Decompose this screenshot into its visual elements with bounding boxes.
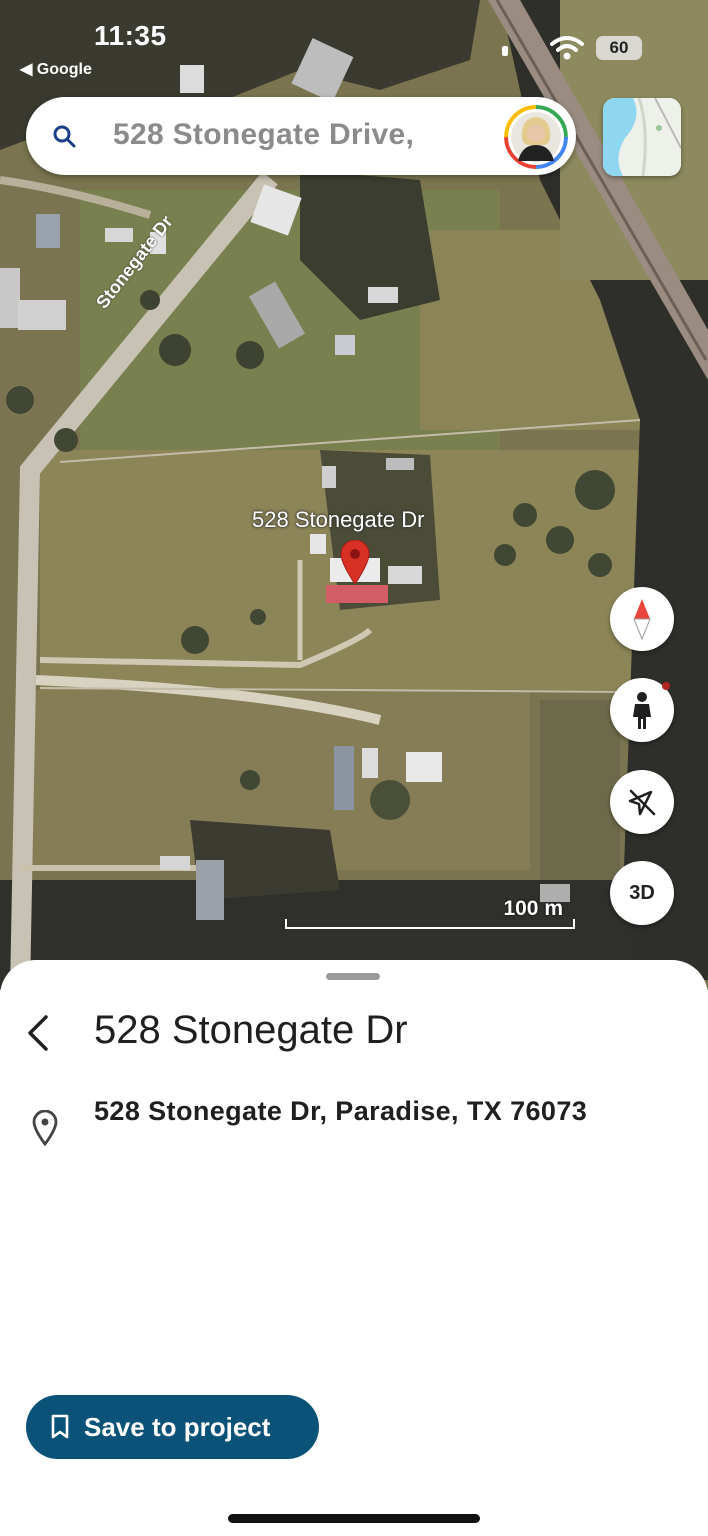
account-avatar[interactable] <box>504 105 568 169</box>
status-time: 11:35 <box>94 20 167 51</box>
compass-icon <box>633 599 651 641</box>
three-d-toggle-button[interactable]: 3D <box>610 861 674 925</box>
home-indicator[interactable] <box>228 1514 480 1523</box>
wifi-icon <box>550 36 584 60</box>
bookmark-icon <box>51 1414 69 1439</box>
scale-line <box>285 919 575 929</box>
location-button[interactable] <box>610 770 674 834</box>
compass-button[interactable] <box>610 587 674 651</box>
location-pin-icon <box>32 1110 58 1146</box>
scale-label: 100 m <box>503 897 563 920</box>
map-layers-button[interactable] <box>603 98 681 176</box>
search-icon[interactable] <box>52 124 78 150</box>
signal-icon <box>502 46 508 56</box>
map-scale-bar: 100 m <box>285 897 575 933</box>
location-off-icon <box>628 789 656 816</box>
save-to-project-label: Save to project <box>84 1411 271 1442</box>
battery-indicator: 60 <box>596 36 642 60</box>
notification-dot <box>662 682 670 690</box>
location-pin-marker[interactable] <box>340 540 370 584</box>
map-layers-icon <box>603 98 681 176</box>
place-address: 528 Stonegate Dr, Paradise, TX 76073 <box>94 1096 588 1126</box>
save-to-project-button[interactable]: Save to project <box>26 1395 319 1459</box>
pegman-icon <box>633 692 651 729</box>
back-to-app-link[interactable]: ◀ Google <box>20 59 92 79</box>
search-input[interactable]: 528 Stonegate Drive, <box>113 118 414 152</box>
place-title: 528 Stonegate Dr <box>94 1008 408 1052</box>
back-chevron-icon[interactable] <box>22 1012 58 1054</box>
place-label[interactable]: 528 Stonegate Dr <box>252 507 424 533</box>
sheet-drag-handle[interactable] <box>326 973 380 980</box>
satellite-map[interactable]: 11:35 ◀ Google 60 528 Stonegate Drive, S… <box>0 0 708 990</box>
